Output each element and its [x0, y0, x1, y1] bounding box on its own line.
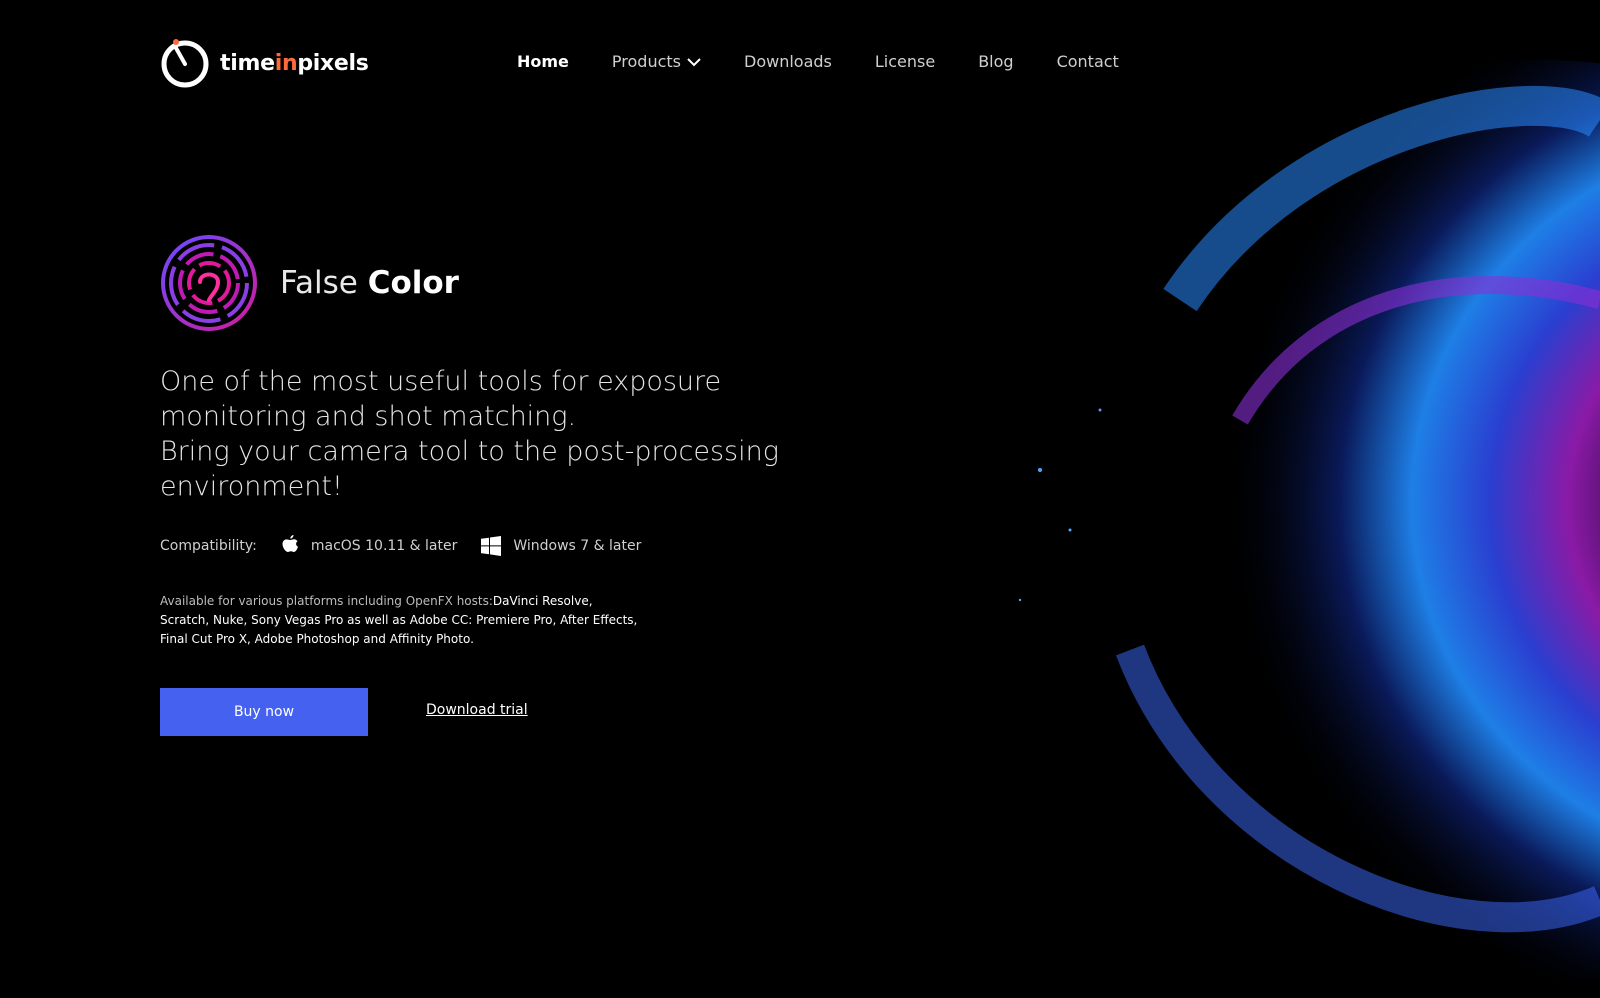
compatibility-row: Compatibility: macOS 10.11 & later Windo…	[160, 535, 665, 556]
nav-contact[interactable]: Contact	[1057, 52, 1119, 71]
nav-home[interactable]: Home	[517, 52, 569, 71]
product-header: False Color	[160, 234, 459, 332]
tagline-line-3: Bring your camera tool to the post-proce…	[160, 436, 779, 467]
apple-icon	[282, 535, 298, 552]
site-logo[interactable]: timeinpixels	[160, 38, 369, 88]
windows-label: Windows 7 & later	[513, 537, 642, 554]
main-nav: Home Products Downloads License Blog Con…	[517, 52, 1119, 71]
compat-macos: macOS 10.11 & later	[281, 535, 458, 556]
windows-icon	[481, 535, 502, 556]
tagline-line-1: One of the most useful tools for exposur…	[160, 366, 722, 397]
hero-background-art	[1018, 60, 1600, 980]
availability-text: Available for various platforms includin…	[160, 592, 640, 649]
timer-logo-icon	[161, 39, 209, 88]
nav-products[interactable]: Products	[612, 52, 701, 71]
hero-tagline: One of the most useful tools for exposur…	[160, 364, 800, 504]
logo-wordmark: timeinpixels	[220, 50, 369, 76]
tagline-line-4: environment!	[160, 471, 343, 502]
macos-label: macOS 10.11 & later	[310, 537, 458, 554]
chevron-down-icon	[687, 57, 701, 66]
fingerprint-icon	[161, 235, 257, 331]
nav-license[interactable]: License	[875, 52, 935, 71]
nav-downloads[interactable]: Downloads	[744, 52, 832, 71]
buy-now-button[interactable]: Buy now	[160, 688, 368, 736]
availability-intro: Available for various platforms includin…	[160, 594, 493, 608]
nav-blog[interactable]: Blog	[978, 52, 1013, 71]
nav-products-label: Products	[611, 52, 681, 71]
compat-windows: Windows 7 & later	[481, 535, 642, 556]
tagline-line-2: monitoring and shot matching.	[160, 401, 577, 432]
product-title: False Color	[280, 265, 459, 301]
download-trial-link[interactable]: Download trial	[426, 702, 528, 718]
compatibility-label: Compatibility:	[160, 537, 257, 554]
